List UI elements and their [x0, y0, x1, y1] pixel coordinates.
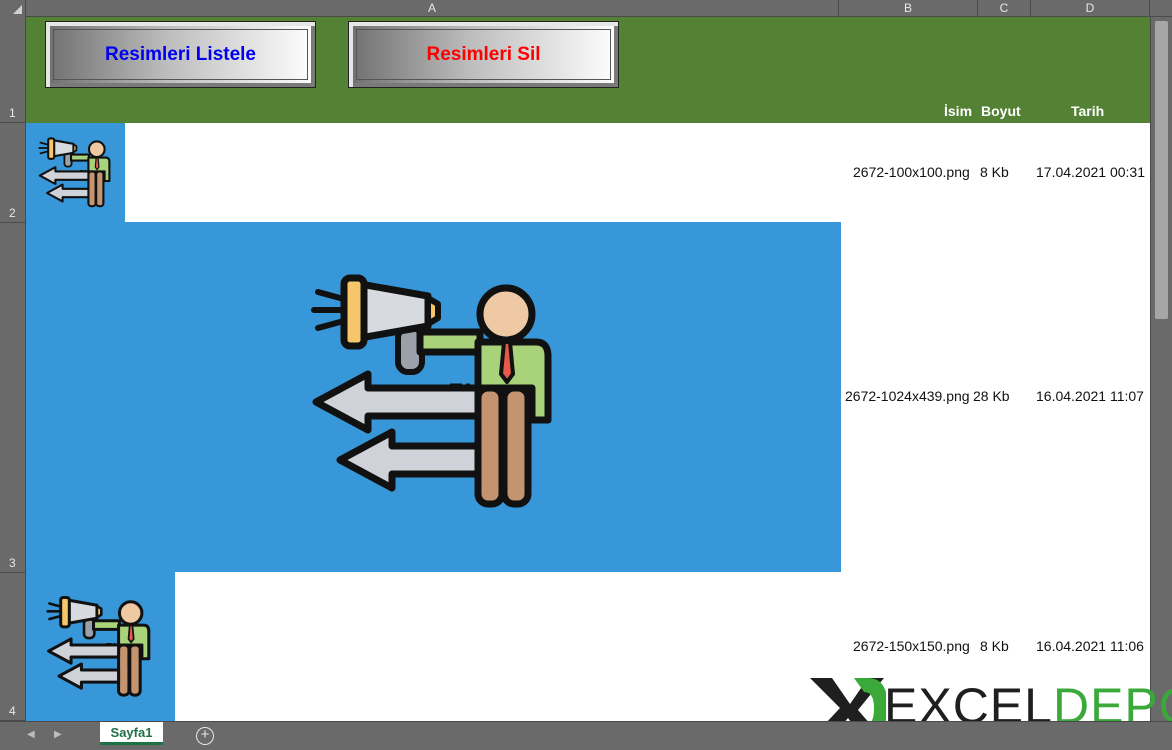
row-header-1[interactable]: 1 [0, 17, 26, 123]
select-all-corner[interactable] [0, 0, 26, 17]
megaphone-announcer-icon [38, 136, 113, 211]
file-size-cell[interactable]: 8 Kb [980, 638, 1009, 654]
scroll-tabs-right-icon[interactable]: ▶ [54, 729, 62, 740]
file-date-cell[interactable]: 17.04.2021 00:31 [1036, 164, 1145, 180]
row-number: 3 [9, 556, 16, 570]
file-size-cell[interactable]: 8 Kb [980, 164, 1009, 180]
megaphone-announcer-icon [310, 270, 560, 520]
file-name-cell[interactable]: 2672-1024x439.png [845, 388, 970, 404]
sheet-tab-bar: ◀ ▶ Sayfa1 + [0, 721, 1172, 750]
image-150x150[interactable] [26, 572, 175, 721]
name-column-header: İsim [944, 103, 973, 119]
header-row-band: Resimleri Listele Resimleri Sil İsim Boy… [26, 17, 1150, 123]
delete-images-button-label: Resimleri Sil [356, 29, 611, 80]
vertical-scrollbar-thumb[interactable] [1155, 21, 1168, 319]
date-column-header: Tarih [1071, 103, 1105, 119]
add-sheet-plus-icon[interactable]: + [196, 727, 214, 745]
column-header-a[interactable]: A [26, 0, 839, 17]
size-column-header: Boyut [981, 103, 1021, 119]
select-all-triangle-icon [13, 5, 22, 14]
row-header-4[interactable]: 4 [0, 573, 26, 721]
column-header-d[interactable]: D [1031, 0, 1150, 17]
image-1024x439[interactable] [26, 222, 841, 572]
column-header-b[interactable]: B [839, 0, 978, 17]
file-name-cell[interactable]: 2672-100x100.png [853, 164, 970, 180]
list-images-button[interactable]: Resimleri Listele [45, 21, 316, 88]
row-header-2[interactable]: 2 [0, 123, 26, 223]
file-date-cell[interactable]: 16.04.2021 11:07 [1036, 388, 1144, 404]
image-100x100[interactable] [26, 123, 125, 222]
column-header-c[interactable]: C [978, 0, 1031, 17]
delete-images-button[interactable]: Resimleri Sil [348, 21, 619, 88]
file-name-cell[interactable]: 2672-150x150.png [853, 638, 970, 654]
file-date-cell[interactable]: 16.04.2021 11:06 [1036, 638, 1144, 654]
worksheet-grid[interactable]: Resimleri Listele Resimleri Sil İsim Boy… [26, 17, 1150, 721]
file-size-cell[interactable]: 28 Kb [973, 388, 1010, 404]
row-header-3[interactable]: 3 [0, 223, 26, 573]
row-number: 2 [9, 206, 16, 220]
row-number: 1 [9, 106, 16, 120]
row-number: 4 [9, 704, 16, 718]
list-images-button-label: Resimleri Listele [53, 29, 308, 80]
scroll-tabs-left-icon[interactable]: ◀ [27, 729, 35, 740]
sheet-tab-sayfa1[interactable]: Sayfa1 [100, 722, 163, 745]
megaphone-announcer-icon [46, 594, 154, 702]
vertical-scrollbar[interactable] [1150, 17, 1172, 721]
